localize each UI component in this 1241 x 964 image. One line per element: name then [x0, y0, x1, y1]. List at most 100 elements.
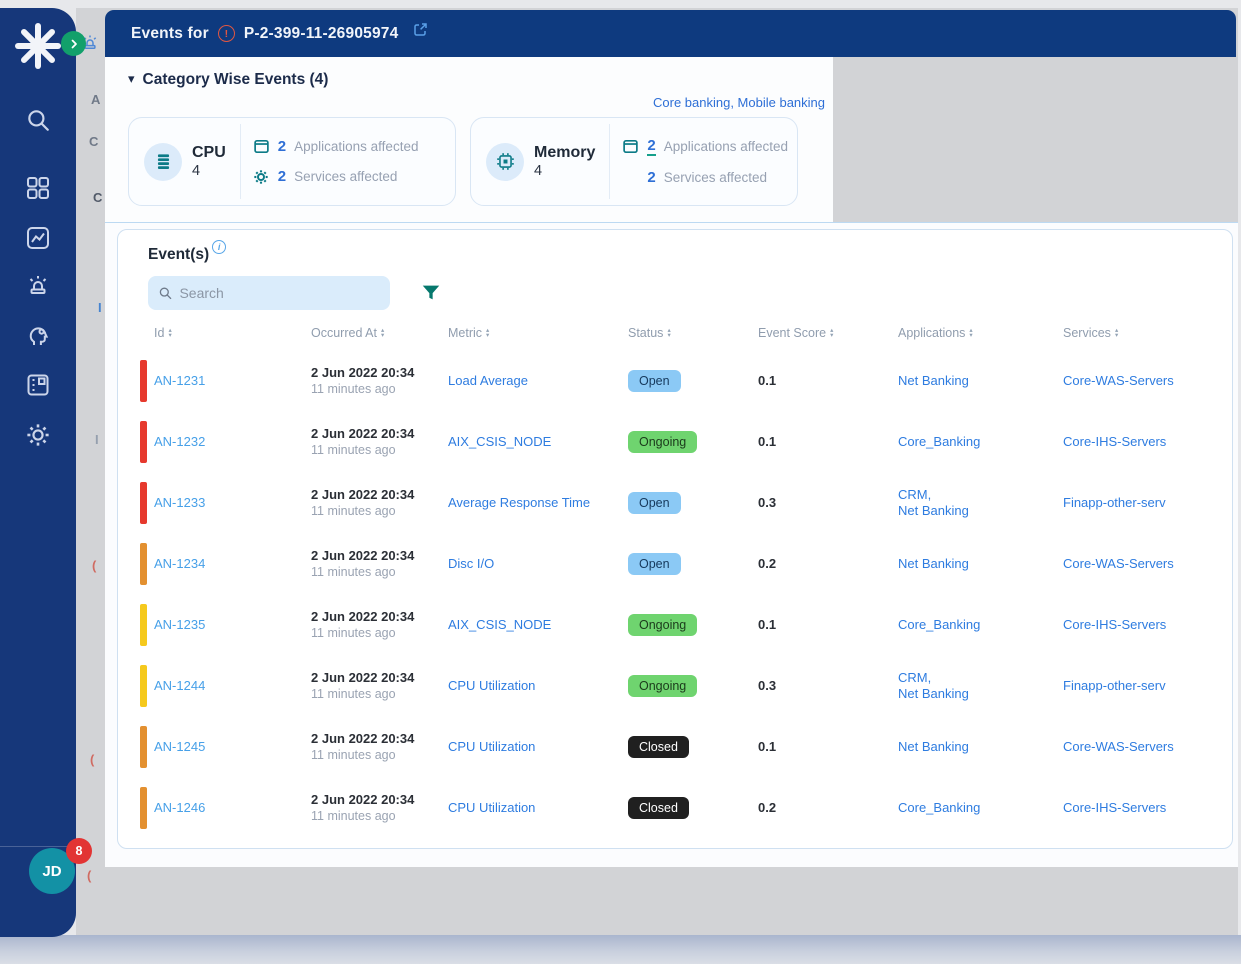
search-icon: [159, 287, 172, 300]
services-gear-icon: [253, 169, 270, 185]
service-link[interactable]: Core-IHS-Servers: [1063, 434, 1166, 449]
page: A C C I I ((( Events for ! P-2-399-11-2690597…: [0, 0, 1241, 964]
applications-icon: [253, 138, 270, 155]
background-text-fragment: I: [95, 432, 99, 447]
search-box[interactable]: [148, 276, 390, 310]
metric-link[interactable]: AIX_CSIS_NODE: [448, 434, 551, 449]
category-count: 4: [534, 163, 543, 179]
event-id-link[interactable]: AN-1246: [154, 800, 205, 815]
background-text-fragment: A: [91, 92, 101, 107]
sidebar-expand-button[interactable]: [61, 31, 86, 56]
category-card-memory[interactable]: Memory 4 2 Applications affected 2 Services a…: [470, 117, 798, 206]
application-link[interactable]: CRM,: [898, 670, 1063, 685]
occurred-at-cell: 2 Jun 2022 20:34 11 minutes ago: [311, 670, 448, 701]
background-text-fragment: (: [90, 752, 95, 767]
metric-link[interactable]: Disc I/O: [448, 556, 494, 571]
category-count: 4: [192, 163, 201, 179]
stat-count-link[interactable]: 2: [278, 138, 286, 155]
incident-id: P-2-399-11-26905974: [243, 24, 399, 42]
category-section-toggle[interactable]: ▾ Category Wise Events (4): [128, 71, 328, 89]
event-id-link[interactable]: AN-1235: [154, 617, 205, 632]
application-link[interactable]: Net Banking: [898, 556, 1063, 571]
reports-panel-icon[interactable]: [22, 369, 54, 401]
service-link[interactable]: Core-WAS-Servers: [1063, 556, 1174, 571]
events-title: Event(s): [148, 246, 210, 263]
service-link[interactable]: Core-WAS-Servers: [1063, 373, 1174, 388]
application-link[interactable]: Core_Banking: [898, 434, 1063, 449]
column-header-services[interactable]: Services ▴ ▾: [1063, 326, 1232, 340]
application-link[interactable]: Net Banking: [898, 373, 1063, 388]
table-row: AN-1245 2 Jun 2022 20:34 11 minutes ago CPU…: [118, 716, 1232, 777]
event-score: 0.2: [758, 799, 777, 815]
application-link[interactable]: CRM,: [898, 487, 1063, 502]
search-input[interactable]: [179, 285, 380, 301]
stat-count-link[interactable]: 2: [278, 168, 286, 185]
severity-bar: [140, 603, 147, 646]
column-header-id[interactable]: Id ▴ ▾: [154, 326, 311, 340]
metric-link[interactable]: Load Average: [448, 373, 528, 388]
metric-link[interactable]: CPU Utilization: [448, 800, 535, 815]
column-header-occurred-at[interactable]: Occurred At ▴ ▾: [311, 326, 448, 340]
application-link[interactable]: Net Banking: [898, 686, 1063, 701]
event-id-link[interactable]: AN-1232: [154, 434, 205, 449]
application-link[interactable]: Net Banking: [898, 503, 1063, 518]
service-link[interactable]: Finapp-other-serv: [1063, 678, 1166, 693]
applications-cell: Net Banking: [898, 372, 1063, 389]
table-row: AN-1231 2 Jun 2022 20:34 11 minutes ago Loa…: [118, 350, 1232, 411]
filter-funnel-icon[interactable]: [420, 282, 442, 304]
occurred-relative: 11 minutes ago: [311, 809, 396, 823]
category-name: CPU: [192, 144, 226, 161]
column-header-event-score[interactable]: Event Score ▴ ▾: [758, 326, 898, 340]
stat-label: Services affected: [294, 169, 398, 184]
metric-link[interactable]: CPU Utilization: [448, 739, 535, 754]
ai-insights-icon[interactable]: [22, 320, 54, 352]
event-id-link[interactable]: AN-1245: [154, 739, 205, 754]
service-link[interactable]: Finapp-other-serv: [1063, 495, 1166, 510]
category-stat: 2 Services affected: [253, 168, 419, 185]
occurred-at-cell: 2 Jun 2022 20:34 11 minutes ago: [311, 426, 448, 457]
status-badge: Ongoing: [628, 613, 698, 636]
info-icon[interactable]: i: [212, 240, 227, 254]
occurred-date: 2 Jun 2022 20:34: [311, 670, 415, 685]
application-link[interactable]: Core_Banking: [898, 617, 1063, 632]
settings-gear-icon[interactable]: [22, 419, 54, 451]
column-header-metric[interactable]: Metric ▴ ▾: [448, 326, 628, 340]
column-header-applications[interactable]: Applications ▴ ▾: [898, 326, 1063, 340]
occurred-at-cell: 2 Jun 2022 20:34 11 minutes ago: [311, 609, 448, 640]
table-row: AN-1246 2 Jun 2022 20:34 11 minutes ago CPU…: [118, 777, 1232, 838]
category-card-cpu[interactable]: CPU 4 2 Applications affected 2 Services affe…: [128, 117, 456, 206]
table-row: AN-1244 2 Jun 2022 20:34 11 minutes ago CPU…: [118, 655, 1232, 716]
search-icon[interactable]: [22, 104, 54, 136]
category-name: Memory: [534, 144, 596, 161]
severity-bar: [140, 359, 147, 402]
application-link[interactable]: Net Banking: [898, 739, 1063, 754]
stat-count-link[interactable]: 2: [647, 137, 656, 156]
alerts-siren-icon[interactable]: [22, 270, 54, 302]
applications-hover-tooltip: Core banking, Mobile banking: [653, 95, 825, 110]
metric-link[interactable]: Average Response Time: [448, 495, 590, 510]
apps-grid-icon[interactable]: [22, 172, 54, 204]
occurred-date: 2 Jun 2022 20:34: [311, 731, 415, 746]
category-stat: 2 Applications affected: [622, 137, 788, 156]
app-logo[interactable]: [14, 22, 62, 75]
background-text-fragment: C: [93, 190, 103, 205]
background-text-fragment: (: [92, 558, 97, 573]
service-link[interactable]: Core-WAS-Servers: [1063, 739, 1174, 754]
column-header-status[interactable]: Status ▴ ▾: [628, 326, 758, 340]
open-in-new-icon[interactable]: [413, 22, 428, 37]
background-text-fragment: I: [98, 300, 102, 315]
service-link[interactable]: Core-IHS-Servers: [1063, 800, 1166, 815]
occurred-relative: 11 minutes ago: [311, 382, 396, 396]
metric-link[interactable]: AIX_CSIS_NODE: [448, 617, 551, 632]
analytics-chart-icon[interactable]: [22, 222, 54, 254]
event-id-link[interactable]: AN-1231: [154, 373, 205, 388]
application-link[interactable]: Core_Banking: [898, 800, 1063, 815]
stat-count-link[interactable]: 2: [647, 169, 655, 186]
applications-cell: Core_Banking: [898, 433, 1063, 450]
event-id-link[interactable]: AN-1233: [154, 495, 205, 510]
service-link[interactable]: Core-IHS-Servers: [1063, 617, 1166, 632]
event-id-link[interactable]: AN-1234: [154, 556, 205, 571]
metric-link[interactable]: CPU Utilization: [448, 678, 535, 693]
occurred-at-cell: 2 Jun 2022 20:34 11 minutes ago: [311, 792, 448, 823]
event-id-link[interactable]: AN-1244: [154, 678, 205, 693]
